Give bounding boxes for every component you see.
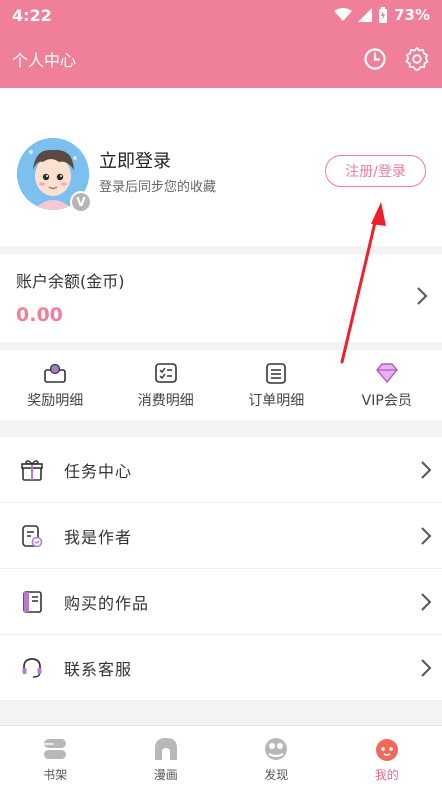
menu-label: 任务中心 [64,461,133,481]
gift-icon [20,458,44,482]
status-bar: 4:22 73% [0,0,442,30]
wifi-icon [334,8,353,21]
quick-label: 消费明细 [137,393,194,409]
quick-reward-details[interactable]: 奖励明细 [0,350,111,420]
register-login-button[interactable]: 注册/登录 [325,155,426,187]
quick-consumption-details[interactable]: 消费明细 [111,350,222,420]
bookshelf-icon [42,736,68,762]
status-icons: 73% [334,6,430,24]
chevron-right-icon [421,658,432,677]
mine-face-icon [374,736,400,762]
chevron-right-icon [421,592,432,611]
balance-label: 账户余额(金币) [16,272,125,291]
chevron-right-icon [421,460,432,479]
balance-value: 0.00 [16,304,63,326]
tab-discover[interactable]: 发现 [221,726,332,786]
menu-item-purchased-works[interactable]: 购买的作品 [0,569,442,635]
quick-label: 订单明细 [248,393,305,409]
menu-list: 任务中心 我是作者 购买的作品 联系客服 [0,437,442,701]
title-bar: 个人中心 [0,30,442,88]
quick-label: 奖励明细 [27,393,84,409]
login-subtitle: 登录后同步您的收藏 [99,180,217,195]
tab-label: 我的 [374,768,399,782]
tab-label: 发现 [264,768,289,782]
tab-label: 漫画 [153,768,178,782]
status-time: 4:22 [12,5,52,25]
page-title: 个人中心 [12,51,77,70]
bottom-tab-bar: 书架 漫画 发现 我的 [0,725,442,786]
header: 4:22 73% 个人中心 [0,0,442,88]
quick-label: VIP会员 [361,393,412,409]
order-list-icon [264,362,288,384]
menu-item-author[interactable]: 我是作者 [0,503,442,569]
diamond-icon [375,362,399,384]
menu-label: 购买的作品 [64,593,150,613]
chevron-right-icon [417,287,428,305]
quick-actions: 奖励明细 消费明细 订单明细 VIP会员 [0,350,442,420]
checklist-icon [154,362,178,384]
tab-label: 书架 [43,768,68,782]
history-icon[interactable] [362,46,388,72]
tab-mine[interactable]: 我的 [332,726,442,786]
tab-bookshelf[interactable]: 书架 [0,726,111,786]
battery-level: 73% [394,6,430,24]
menu-label: 联系客服 [64,659,133,679]
vip-badge: V [70,191,92,213]
tab-comics[interactable]: 漫画 [111,726,222,786]
book-icon [20,590,44,614]
quick-vip-membership[interactable]: VIP会员 [332,350,442,420]
battery-icon [379,7,388,23]
account-balance-card[interactable]: 账户余额(金币) 0.00 [0,254,442,342]
login-title[interactable]: 立即登录 [99,147,171,173]
menu-item-customer-service[interactable]: 联系客服 [0,635,442,701]
comics-icon [153,736,179,762]
menu-label: 我是作者 [64,527,133,547]
signal-icon [358,8,373,22]
author-document-icon [20,524,44,548]
headset-icon [20,656,44,680]
settings-gear-icon[interactable] [404,46,430,72]
quick-order-details[interactable]: 订单明细 [221,350,332,420]
discover-icon [263,736,289,762]
reward-box-icon [43,362,67,384]
profile-card: V 立即登录 登录后同步您的收藏 注册/登录 [0,88,442,246]
chevron-right-icon [421,526,432,545]
menu-item-task-center[interactable]: 任务中心 [0,437,442,503]
